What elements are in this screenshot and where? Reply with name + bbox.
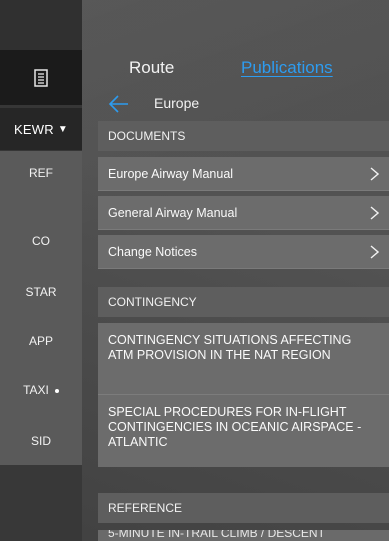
section-header-contingency: CONTINGENCY xyxy=(98,287,389,317)
contingency-item-label: SPECIAL PROCEDURES FOR IN-FLIGHT CONTING… xyxy=(108,405,362,449)
documents-button[interactable] xyxy=(0,50,82,105)
caret-down-icon: ▼ xyxy=(57,123,68,135)
indicator-dot-icon xyxy=(54,388,59,393)
breadcrumb-region: Europe xyxy=(154,95,200,111)
chevron-right-icon xyxy=(370,167,379,181)
rail-item-label: SID xyxy=(30,434,51,448)
back-navigation[interactable]: Europe xyxy=(98,90,389,118)
rail-item-label: TAXI xyxy=(23,383,49,397)
chevron-right-icon xyxy=(370,245,379,259)
rail-item-ref[interactable]: REF xyxy=(0,163,82,183)
rail-item-label: APP xyxy=(28,334,53,348)
airport-code: KEWR xyxy=(14,121,54,137)
document-icon xyxy=(34,68,48,87)
airport-selector[interactable]: KEWR ▼ xyxy=(0,108,82,150)
reference-item-partial[interactable]: 5-MINUTE IN-TRAIL CLIMB / DESCENT xyxy=(98,530,389,541)
reference-item-label: 5-MINUTE IN-TRAIL CLIMB / DESCENT xyxy=(108,530,325,540)
rail-item-label: STAR xyxy=(25,285,57,299)
contingency-item-nat-region[interactable]: CONTINGENCY SITUATIONS AFFECTING ATM PRO… xyxy=(98,323,389,394)
section-header-reference: REFERENCE xyxy=(98,493,389,523)
rail-item-sid[interactable]: SID xyxy=(0,431,82,451)
document-item-change-notices[interactable]: Change Notices xyxy=(98,235,389,269)
publications-panel: Route Publications Europe DOCUMENTS Euro… xyxy=(98,0,389,541)
document-item-label: General Airway Manual xyxy=(108,206,238,220)
tab-publications[interactable]: Publications xyxy=(241,58,333,78)
document-item-label: Change Notices xyxy=(108,245,197,259)
rail-item-taxi[interactable]: TAXI xyxy=(0,380,82,400)
document-item-general-airway-manual[interactable]: General Airway Manual xyxy=(98,196,389,230)
chevron-right-icon xyxy=(370,206,379,220)
rail-top xyxy=(0,0,82,50)
document-item-label: Europe Airway Manual xyxy=(108,167,234,181)
arrow-left-icon xyxy=(108,95,128,113)
rail-item-label: REF xyxy=(29,166,53,180)
left-rail: KEWR ▼ REF CO STAR APP TAXI SID xyxy=(0,0,82,541)
chart-category-list: REF CO STAR APP TAXI SID xyxy=(0,151,82,465)
section-header-documents: DOCUMENTS xyxy=(98,121,389,151)
rail-item-label: CO xyxy=(32,234,50,248)
rail-item-star[interactable]: STAR xyxy=(0,282,82,302)
rail-item-app[interactable]: APP xyxy=(0,331,82,351)
contingency-item-oceanic-atlantic[interactable]: SPECIAL PROCEDURES FOR IN-FLIGHT CONTING… xyxy=(98,395,389,467)
rail-item-co[interactable]: CO xyxy=(0,231,82,251)
document-item-europe-airway-manual[interactable]: Europe Airway Manual xyxy=(98,157,389,191)
tab-route[interactable]: Route xyxy=(129,58,174,78)
contingency-item-label: CONTINGENCY SITUATIONS AFFECTING ATM PRO… xyxy=(108,333,352,362)
rail-bottom xyxy=(0,465,82,541)
